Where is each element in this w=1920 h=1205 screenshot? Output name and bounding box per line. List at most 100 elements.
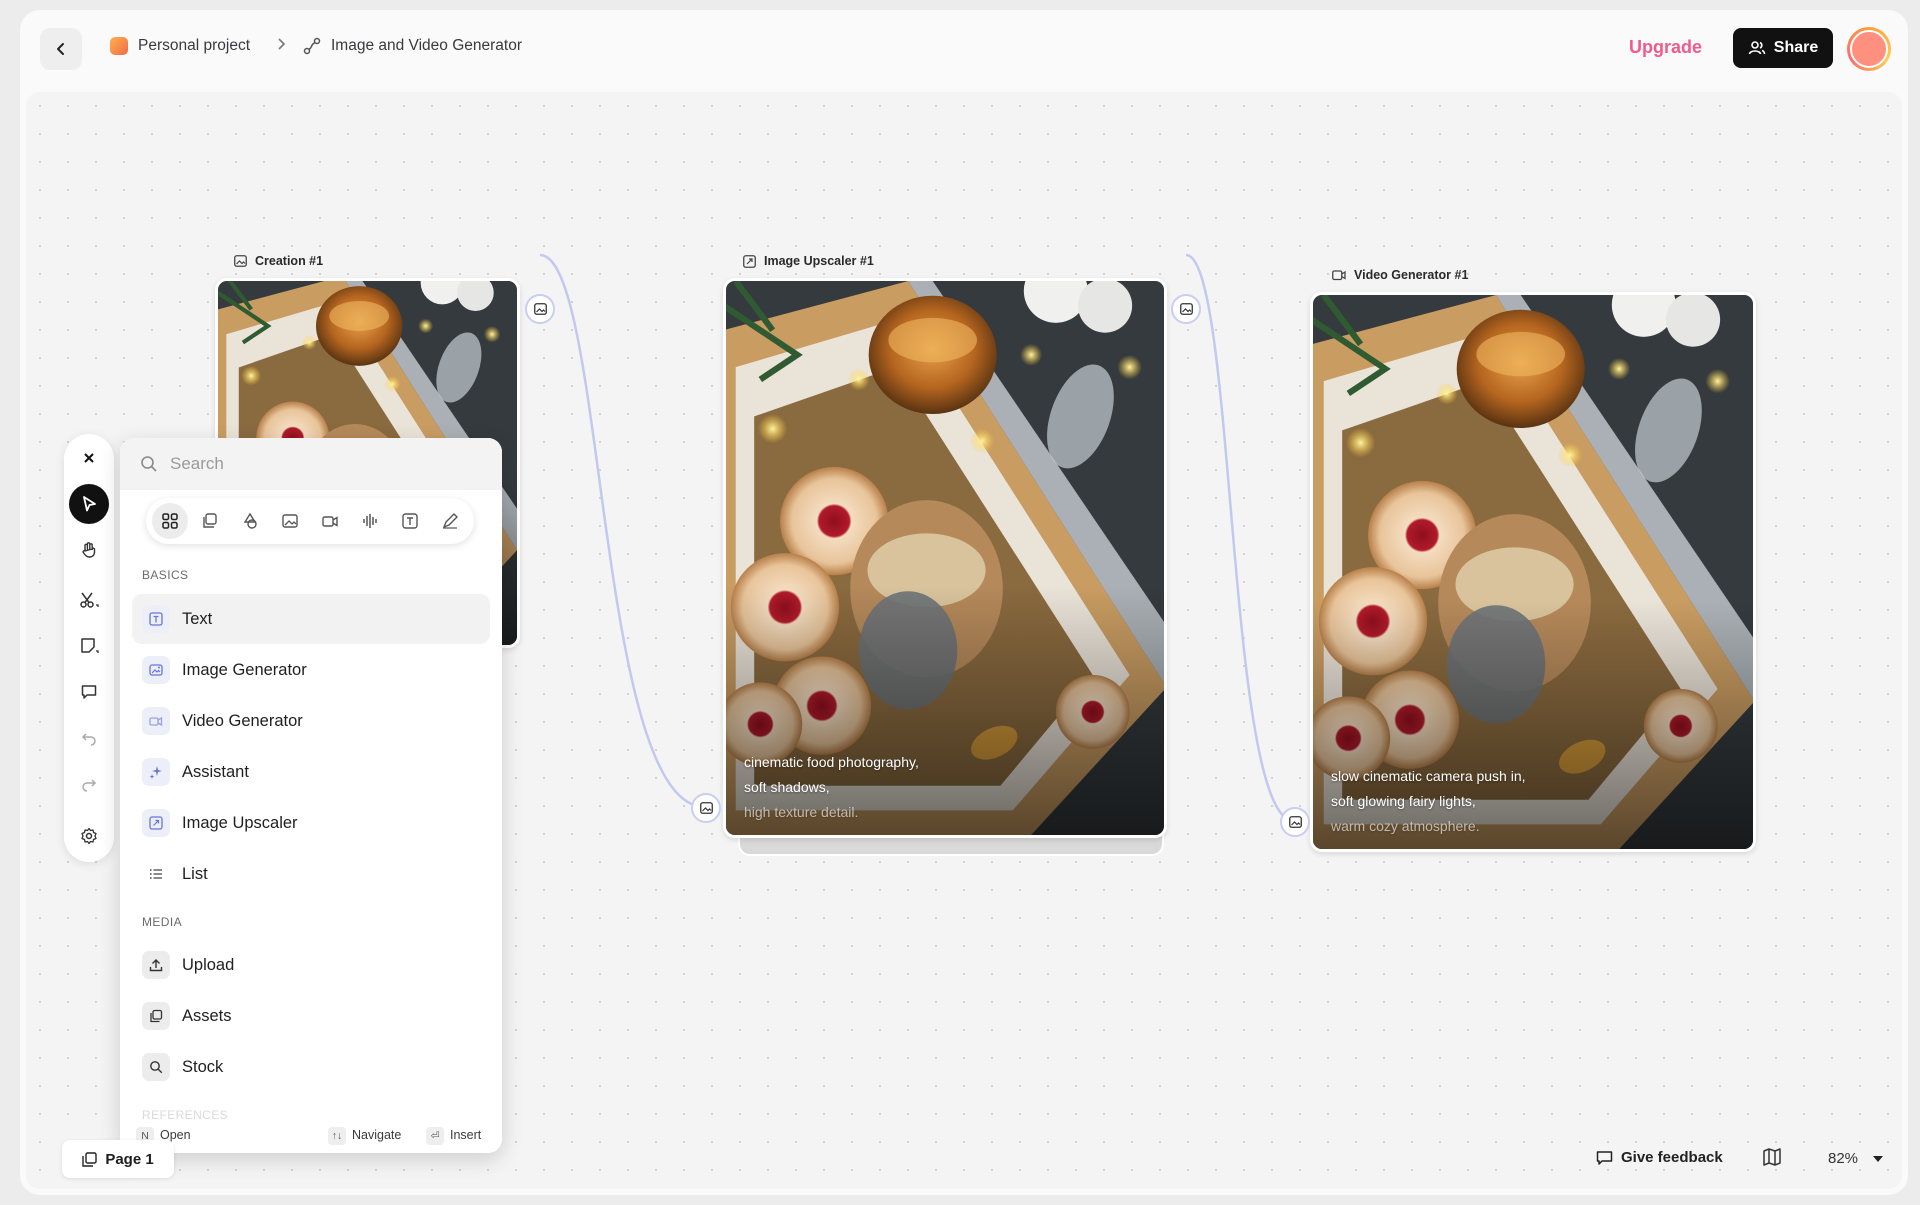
breadcrumb-project-label: Personal project [138,37,251,54]
users-icon [1748,41,1766,55]
share-label: Share [1773,39,1819,56]
upscale-icon [743,254,756,268]
image-icon [234,255,247,267]
hand-icon [82,542,96,558]
video-caption: slow cinematic camera push in, soft glow… [1331,768,1526,834]
palette-item-stock[interactable]: Stock [132,1042,490,1092]
comment-icon [81,685,97,699]
text-icon [402,513,418,529]
upgrade-link[interactable]: Upgrade [1629,37,1702,58]
upload-icon [142,951,170,979]
filter-edit[interactable] [432,503,468,539]
scissors-tool-button[interactable] [69,580,109,620]
breadcrumb-project[interactable]: Personal project [110,37,250,55]
undo-button[interactable] [69,718,109,758]
filter-text[interactable] [392,503,428,539]
undo-icon [81,733,96,746]
page-selector[interactable]: Page 1 [62,1140,174,1178]
redo-button[interactable] [69,764,109,804]
pointer-icon [83,496,96,512]
audio-icon [363,514,377,528]
palette-item-upload[interactable]: Upload [132,940,490,990]
search-icon [141,456,157,472]
comment-icon [1596,1150,1613,1165]
filter-assets[interactable] [192,503,228,539]
close-tool-button[interactable] [69,438,109,478]
palette-search [120,438,502,490]
upscaler-caption: cinematic food photography, soft shadows… [744,754,919,820]
palette-footer: N Open ↑↓ Navigate ⏎ Insert [120,1119,502,1153]
node-video[interactable]: slow cinematic camera push in, soft glow… [1310,292,1756,852]
sparkle-icon [142,758,170,786]
upscale-icon [142,809,170,837]
search-input[interactable] [170,452,470,476]
video-icon [322,516,338,527]
hint-insert: ⏎ Insert [426,1127,481,1145]
text-icon [142,605,170,633]
back-button[interactable] [40,28,82,70]
image-icon [1288,816,1302,828]
pointer-tool-button[interactable] [69,484,109,524]
app-window: Personal project Image and Video Generat… [20,10,1908,1195]
edit-icon [443,513,458,529]
edge-creation-to-upscaler [539,253,706,809]
palette-item-list[interactable]: List [132,849,490,899]
node-title-upscaler[interactable]: Image Upscaler #1 [743,254,874,268]
image-icon [282,514,298,528]
avatar[interactable] [1847,27,1891,71]
note-icon [81,638,99,653]
filter-all[interactable] [152,503,188,539]
filter-shapes[interactable] [232,503,268,539]
video-icon [1332,270,1346,281]
breadcrumb-flow[interactable]: Image and Video Generator [303,37,522,55]
creation-output-port[interactable] [525,294,555,324]
pages-icon [82,1151,98,1167]
node-title-video[interactable]: Video Generator #1 [1332,268,1468,282]
flow-icon [303,37,321,55]
filter-bar [146,498,474,544]
note-tool-button[interactable] [69,626,109,666]
redo-icon [82,779,97,792]
filter-video[interactable] [312,503,348,539]
video-generator-icon [142,707,170,735]
breadcrumb-flow-label: Image and Video Generator [331,37,523,54]
image-generator-icon [142,656,170,684]
minimap-button[interactable] [1762,1148,1782,1171]
node-title-creation[interactable]: Creation #1 [234,254,323,268]
palette-item-image-generator[interactable]: Image Generator [132,645,490,695]
node-upscaler[interactable]: cinematic food photography, soft shadows… [723,278,1167,838]
scissors-icon [80,592,99,608]
upscaler-input-port[interactable] [691,793,721,823]
palette-item-image-upscaler[interactable]: Image Upscaler [132,798,490,848]
close-icon [84,453,94,463]
list-icon [142,860,170,888]
settings-icon [81,827,97,845]
hand-tool-button[interactable] [69,530,109,570]
video-input-port[interactable] [1280,807,1310,837]
search-icon [142,1053,170,1081]
palette-item-video-generator[interactable]: Video Generator [132,696,490,746]
section-media: MEDIA [142,915,183,929]
give-feedback-button[interactable]: Give feedback [1596,1149,1723,1166]
left-toolbar [64,434,114,862]
assets-icon [203,513,217,528]
palette-item-assistant[interactable]: Assistant [132,747,490,797]
breadcrumb-separator [275,37,287,51]
settings-button[interactable] [69,816,109,856]
edge-upscaler-to-video [1185,253,1295,823]
assets-icon [142,1002,170,1030]
chevron-left-icon [57,43,64,55]
palette-item-assets[interactable]: Assets [132,991,490,1041]
header: Personal project Image and Video Generat… [20,10,1908,88]
image-icon [1179,303,1193,315]
hint-navigate: ↑↓ Navigate [328,1127,401,1145]
filter-audio[interactable] [352,503,388,539]
share-button[interactable]: Share [1733,28,1833,68]
upscaler-output-port[interactable] [1171,294,1201,324]
map-icon [1763,1148,1781,1166]
comment-tool-button[interactable] [69,672,109,712]
zoom-control[interactable]: 82% [1828,1150,1884,1167]
caret-down-icon [1873,1155,1884,1162]
palette-item-text[interactable]: Text [132,594,490,644]
filter-image[interactable] [272,503,308,539]
